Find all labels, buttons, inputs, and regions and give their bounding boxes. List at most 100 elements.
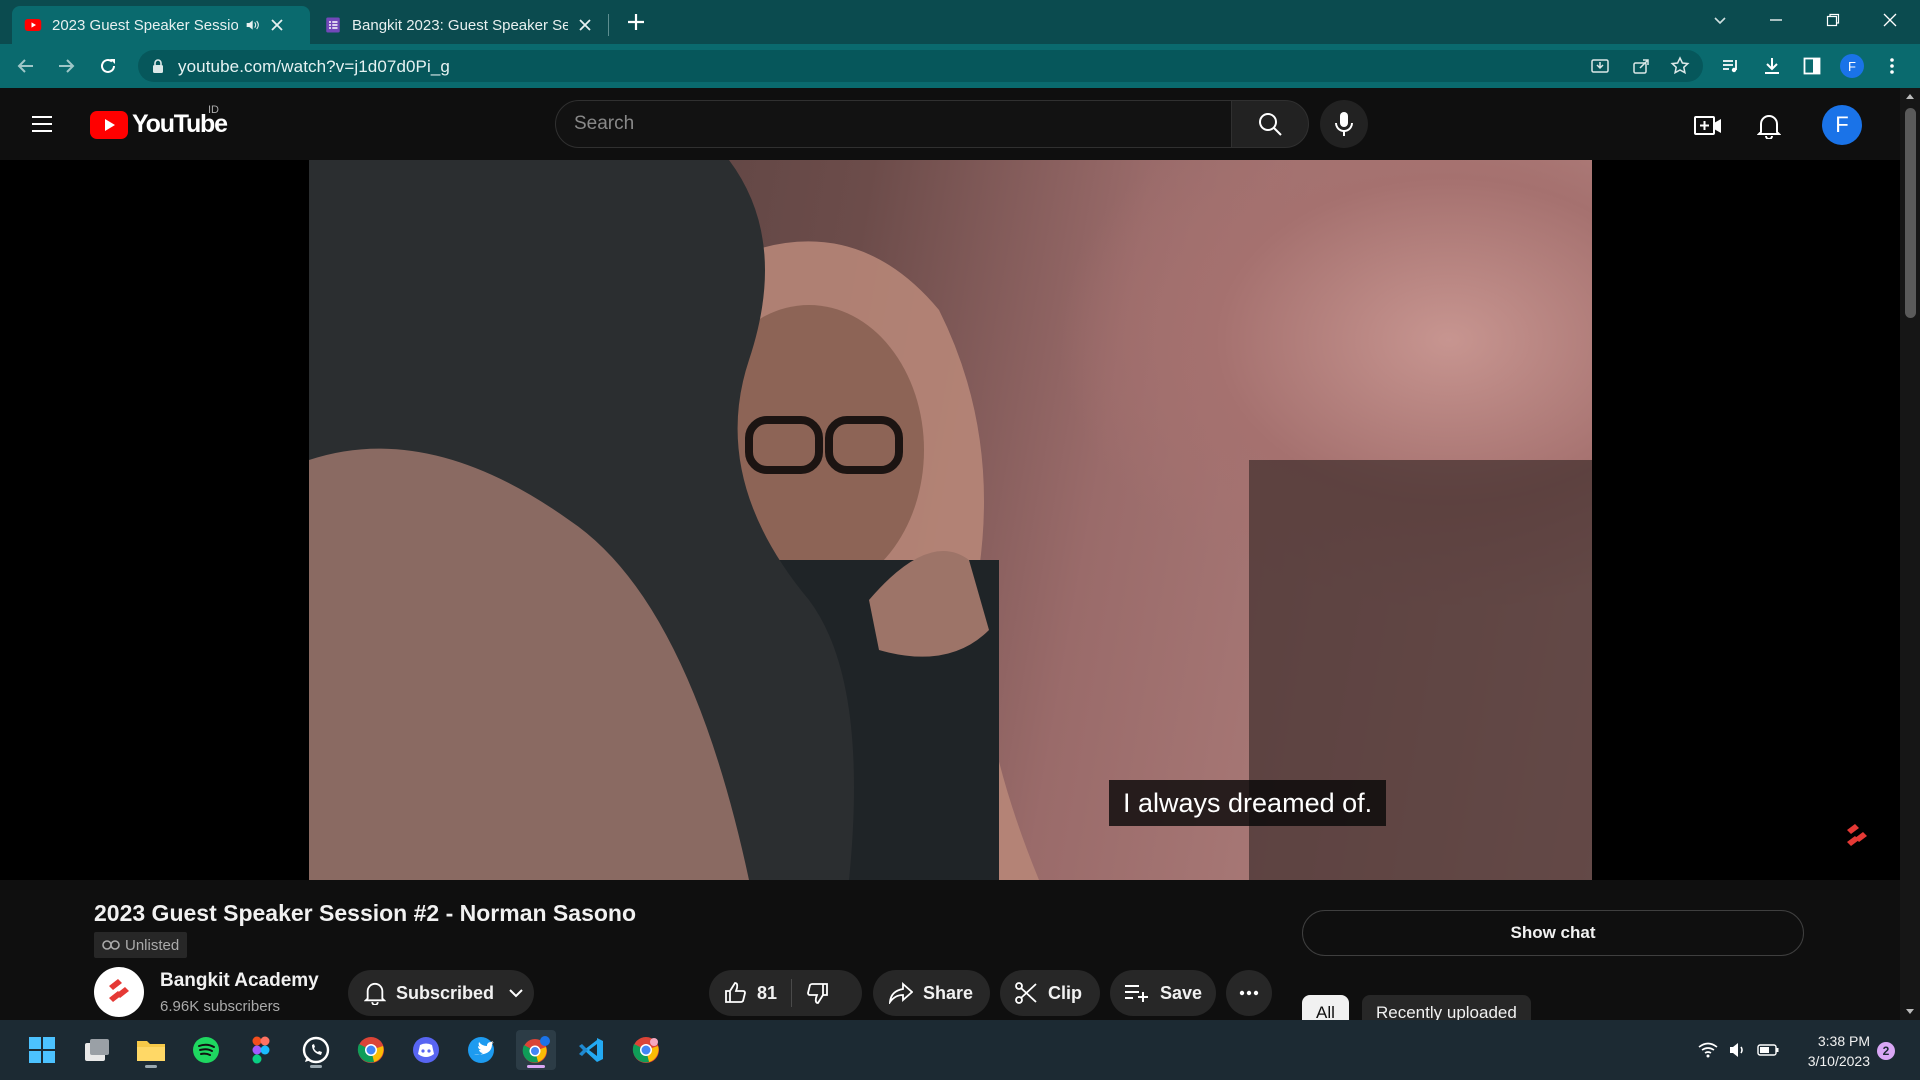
chrome-icon — [357, 1037, 384, 1063]
youtube-logo[interactable]: YouTube ID — [90, 104, 228, 139]
notification-count-badge[interactable]: 2 — [1877, 1042, 1895, 1060]
forward-arrow-icon[interactable] — [54, 54, 78, 78]
unlisted-badge: Unlisted — [94, 932, 188, 958]
folder-icon — [137, 1041, 165, 1061]
link-icon — [102, 940, 120, 950]
system-clock[interactable]: 3:38 PM 3/10/2023 — [1790, 1031, 1870, 1071]
file-explorer-app[interactable] — [131, 1030, 171, 1070]
twitter-app[interactable] — [461, 1030, 501, 1070]
dislike-button[interactable] — [806, 981, 830, 1005]
spotify-app[interactable] — [186, 1030, 226, 1070]
share-button[interactable]: Share — [873, 970, 990, 1016]
channel-name[interactable]: Bangkit Academy — [160, 970, 319, 992]
save-button[interactable]: Save — [1110, 970, 1216, 1016]
whatsapp-app[interactable] — [296, 1030, 336, 1070]
discord-app[interactable] — [406, 1030, 446, 1070]
close-window-icon[interactable] — [1878, 8, 1902, 32]
install-app-icon[interactable] — [1588, 54, 1612, 78]
scroll-down-icon[interactable] — [1905, 1008, 1915, 1016]
subscriber-count: 6.96K subscribers — [160, 998, 281, 1015]
search-input[interactable] — [574, 113, 1174, 135]
clock-date: 3/10/2023 — [1807, 1053, 1870, 1069]
spotify-icon — [193, 1037, 219, 1063]
chrome-alt-app[interactable] — [626, 1030, 666, 1070]
url-text: youtube.com/watch?v=j1d07d0Pi_g — [178, 57, 450, 76]
guide-menu-icon[interactable] — [30, 112, 54, 136]
chrome-app[interactable] — [351, 1030, 391, 1070]
tab-bangkit-forms[interactable]: Bangkit 2023: Guest Speaker Session — [312, 6, 606, 44]
close-tab-icon[interactable] — [576, 16, 594, 34]
video-player[interactable]: I always dreamed of. — [0, 160, 1900, 880]
windows-logo-icon — [29, 1037, 55, 1063]
like-button[interactable]: 81 — [723, 981, 777, 1005]
video-frame[interactable]: I always dreamed of. — [309, 160, 1592, 880]
restore-icon[interactable] — [1821, 8, 1845, 32]
reload-icon[interactable] — [96, 54, 120, 78]
bookmark-star-icon[interactable] — [1668, 54, 1692, 78]
downloads-icon[interactable] — [1760, 54, 1784, 78]
region-code: ID — [208, 104, 219, 116]
close-tab-icon[interactable] — [268, 16, 286, 34]
user-avatar[interactable]: F — [1822, 105, 1862, 145]
whatsapp-icon — [302, 1036, 330, 1064]
tab-title: 2023 Guest Speaker Session #2 - Norman S… — [52, 16, 238, 34]
forms-favicon-icon — [326, 17, 340, 33]
clip-label: Clip — [1048, 982, 1082, 1003]
tab-separator — [608, 14, 609, 36]
show-chat-button[interactable]: Show chat — [1302, 910, 1804, 956]
youtube-play-icon — [90, 110, 128, 139]
chrome-menu-icon[interactable] — [1880, 54, 1904, 78]
figma-app[interactable] — [241, 1030, 281, 1070]
like-count: 81 — [757, 982, 778, 1003]
notifications-bell-icon[interactable] — [1755, 112, 1783, 140]
tab-title: Bangkit 2023: Guest Speaker Session — [352, 16, 569, 34]
share-page-icon[interactable] — [1629, 54, 1653, 78]
create-video-icon[interactable] — [1694, 112, 1722, 140]
media-controls-icon[interactable] — [1719, 54, 1743, 78]
more-horizontal-icon — [1239, 990, 1259, 996]
scrollbar-thumb[interactable] — [1905, 108, 1916, 318]
running-indicator — [527, 1065, 545, 1068]
voice-search-button[interactable] — [1320, 100, 1368, 148]
side-panel-icon[interactable] — [1800, 54, 1824, 78]
twitter-icon — [468, 1037, 494, 1063]
subscribe-button[interactable]: Subscribed — [348, 970, 534, 1016]
page-scrollbar[interactable] — [1900, 88, 1920, 1020]
chip-all[interactable]: All — [1302, 995, 1349, 1020]
more-actions-button[interactable] — [1226, 970, 1272, 1016]
thumbs-down-icon — [807, 983, 828, 1004]
lock-icon[interactable] — [152, 59, 164, 73]
video-scene-image — [309, 160, 1592, 880]
figma-icon — [252, 1036, 270, 1064]
clip-button[interactable]: Clip — [1000, 970, 1100, 1016]
address-bar[interactable]: youtube.com/watch?v=j1d07d0Pi_g — [138, 50, 1703, 82]
playlist-add-icon — [1125, 985, 1148, 1002]
chrome-profile-app[interactable] — [516, 1030, 556, 1070]
audio-playing-icon[interactable] — [244, 17, 260, 33]
search-button[interactable] — [1231, 100, 1309, 148]
youtube-favicon-icon — [24, 19, 42, 31]
video-info-section: 2023 Guest Speaker Session #2 - Norman S… — [0, 880, 1900, 1020]
chip-recently-uploaded[interactable]: Recently uploaded — [1362, 995, 1531, 1020]
new-tab-button[interactable] — [624, 10, 648, 34]
running-indicator — [145, 1065, 157, 1068]
task-view-button[interactable] — [77, 1030, 117, 1070]
back-arrow-icon[interactable] — [14, 54, 38, 78]
scroll-up-icon[interactable] — [1905, 92, 1915, 100]
chevron-down-icon — [509, 989, 523, 998]
browser-toolbar: youtube.com/watch?v=j1d07d0Pi_g F — [0, 44, 1920, 88]
like-divider — [791, 979, 793, 1007]
vscode-app[interactable] — [571, 1030, 611, 1070]
minimize-icon[interactable] — [1764, 8, 1788, 32]
subscribe-label: Subscribed — [396, 982, 495, 1003]
battery-icon[interactable] — [1750, 1030, 1786, 1070]
tab-search-icon[interactable] — [1708, 8, 1732, 32]
clock-time: 3:38 PM — [1817, 1033, 1870, 1049]
start-button[interactable] — [22, 1030, 62, 1070]
tab-youtube-video[interactable]: 2023 Guest Speaker Session #2 - Norman S… — [12, 6, 310, 44]
browser-profile-avatar[interactable]: F — [1840, 54, 1864, 78]
windows-taskbar: 3:38 PM 3/10/2023 2 — [0, 1020, 1920, 1080]
scissors-icon — [1015, 982, 1037, 1004]
channel-avatar[interactable] — [94, 967, 144, 1017]
channel-watermark-icon[interactable] — [1843, 822, 1871, 850]
